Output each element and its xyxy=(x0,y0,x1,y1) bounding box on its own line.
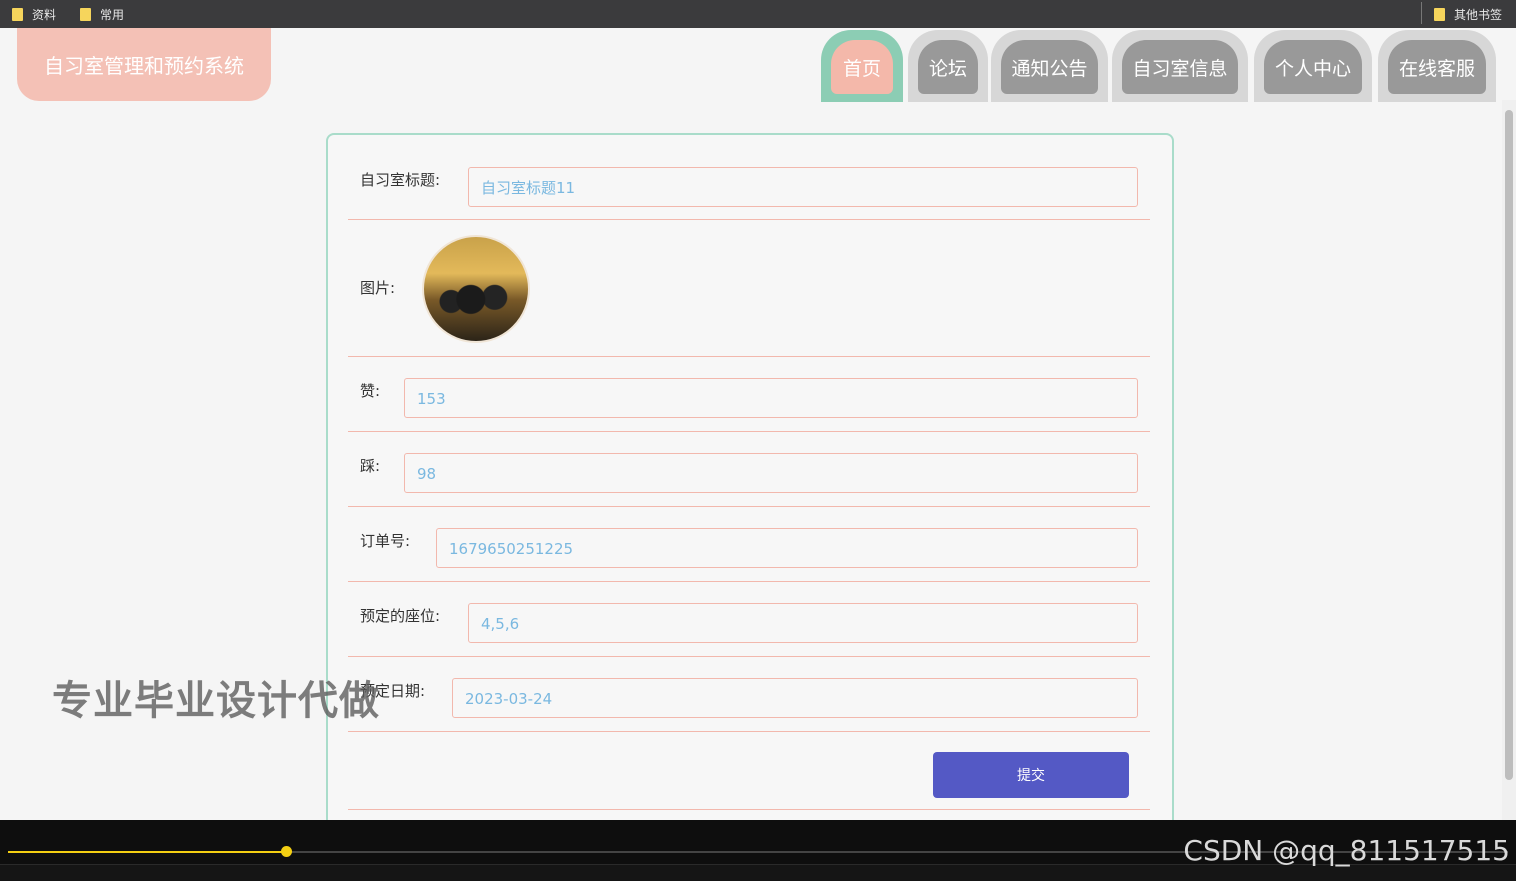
folder-icon xyxy=(1434,8,1445,21)
bookmark-ziliao[interactable]: 资料 xyxy=(12,6,56,23)
page-scrollbar[interactable] xyxy=(1502,100,1516,820)
bookmark-changyong[interactable]: 常用 xyxy=(80,6,124,23)
room-photo xyxy=(422,235,530,343)
field-label: 订单号: xyxy=(360,532,411,550)
nav-tab-label: 首页 xyxy=(831,40,893,94)
folder-icon xyxy=(12,8,23,21)
bookmark-separator xyxy=(1421,2,1422,24)
nav-tab-label: 通知公告 xyxy=(1001,40,1098,94)
title-input[interactable]: 自习室标题11 xyxy=(468,167,1138,207)
room-detail-form: 自习室标题: 自习室标题11 图片: 赞: 153 踩: 98 订单号: 167… xyxy=(326,133,1174,820)
form-row-likes: 赞: 153 xyxy=(348,356,1150,432)
nav-tab-profile[interactable]: 个人中心 xyxy=(1254,30,1372,102)
watermark-text: 专业毕业设计代做 xyxy=(52,678,380,724)
form-row-date: 预定日期: 2023-03-24 xyxy=(348,656,1150,732)
bookmark-other[interactable]: 其他书签 xyxy=(1434,6,1502,23)
form-row-image: 图片: xyxy=(348,219,1150,357)
field-label: 预定的座位: xyxy=(360,607,441,625)
nav-tab-label: 个人中心 xyxy=(1264,40,1362,94)
seats-input[interactable]: 4,5,6 xyxy=(468,603,1138,643)
bookmarks-bar: 资料 常用 其他书签 xyxy=(0,0,1516,28)
nav-tab-label: 在线客服 xyxy=(1388,40,1486,94)
nav-tab-label: 论坛 xyxy=(918,40,978,94)
scrollbar-thumb[interactable] xyxy=(1505,110,1513,780)
dislikes-input[interactable]: 98 xyxy=(404,453,1138,493)
progress-fill xyxy=(8,851,286,853)
field-label: 赞: xyxy=(360,382,381,400)
nav-tab-support[interactable]: 在线客服 xyxy=(1378,30,1496,102)
nav-tab-home[interactable]: 首页 xyxy=(821,30,903,102)
field-label: 自习室标题: xyxy=(360,171,441,189)
page-content: 自习室管理和预约系统 首页 论坛 通知公告 自习室信息 个人中心 在线客服 自习… xyxy=(0,28,1516,820)
likes-input[interactable]: 153 xyxy=(404,378,1138,418)
nav-tab-room-info[interactable]: 自习室信息 xyxy=(1112,30,1248,102)
field-label: 图片: xyxy=(360,279,396,297)
field-label: 踩: xyxy=(360,457,381,475)
video-player-bar: CSDN @qq_811517515 xyxy=(0,820,1516,881)
form-row-title: 自习室标题: 自习室标题11 xyxy=(348,153,1150,220)
nav-tab-forum[interactable]: 论坛 xyxy=(908,30,988,102)
order-number-input[interactable]: 1679650251225 xyxy=(436,528,1138,568)
progress-knob[interactable] xyxy=(281,846,292,857)
submit-button[interactable]: 提交 xyxy=(933,752,1129,798)
date-input[interactable]: 2023-03-24 xyxy=(452,678,1138,718)
form-row-dislikes: 踩: 98 xyxy=(348,431,1150,507)
nav-tab-label: 自习室信息 xyxy=(1122,40,1238,94)
nav-tab-notices[interactable]: 通知公告 xyxy=(991,30,1108,102)
folder-icon xyxy=(80,8,91,21)
form-row-order: 订单号: 1679650251225 xyxy=(348,506,1150,582)
csdn-watermark: CSDN @qq_811517515 xyxy=(1183,834,1510,867)
site-logo[interactable]: 自习室管理和预约系统 xyxy=(17,28,271,101)
form-row-seats: 预定的座位: 4,5,6 xyxy=(348,581,1150,657)
